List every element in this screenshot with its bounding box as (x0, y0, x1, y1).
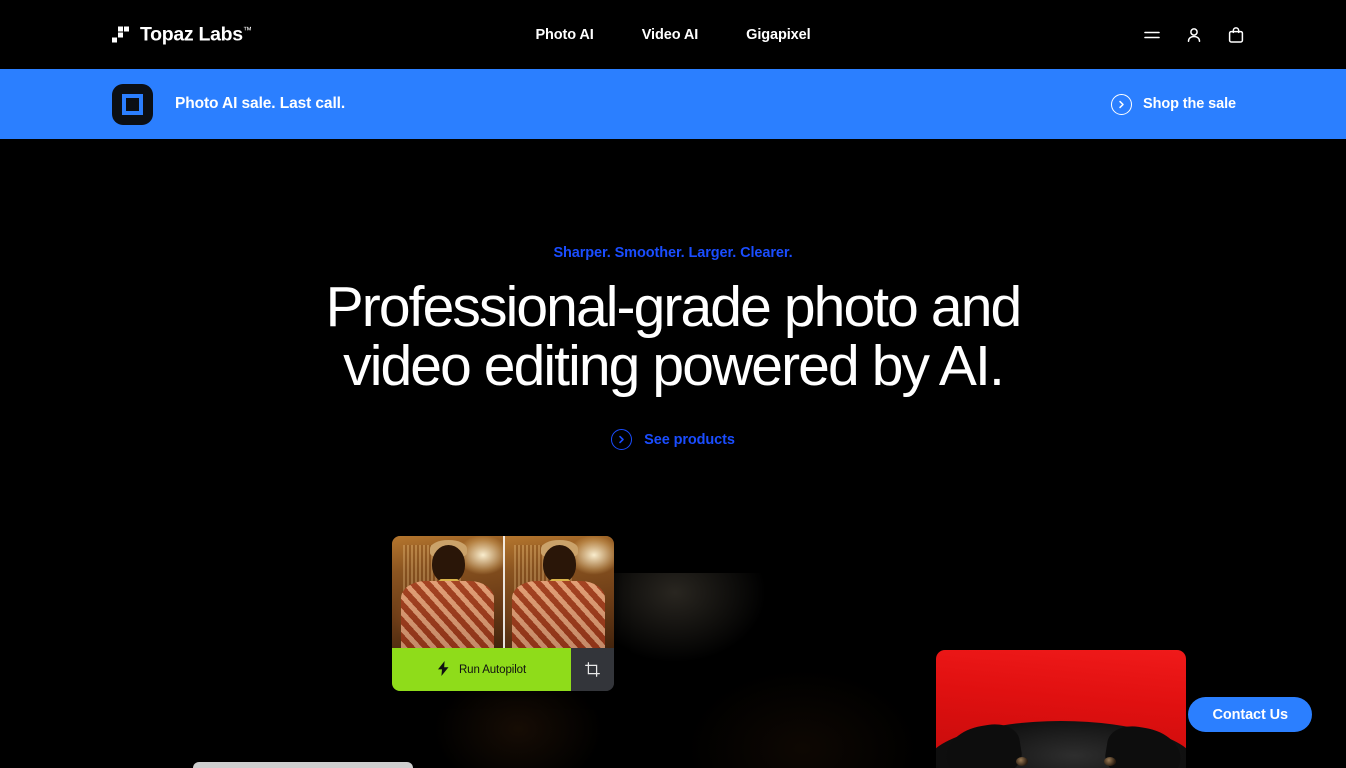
person-icon[interactable] (1184, 25, 1204, 45)
logo-text: Topaz Labs™ (140, 23, 252, 46)
contact-us-button[interactable]: Contact Us (1188, 697, 1312, 732)
comparison-slider-handle[interactable] (503, 536, 505, 648)
before-after-viewer[interactable] (392, 536, 614, 648)
page-root: Topaz Labs™ Photo AI Video AI Gigapixel (0, 0, 1346, 768)
promo-banner-left: Photo AI sale. Last call. (112, 83, 346, 125)
logo-label: Topaz Labs (140, 23, 243, 45)
lightning-bolt-icon (437, 660, 450, 679)
before-image (392, 536, 503, 648)
chevron-right-circle-icon (1111, 93, 1133, 115)
bottom-left-card (193, 762, 413, 768)
see-products-link[interactable]: See products (611, 429, 735, 450)
hero-eyebrow: Sharper. Smoother. Larger. Clearer. (553, 245, 793, 261)
chevron-right-circle-icon (611, 429, 633, 450)
portrait-before-after-card: Run Autopilot (392, 536, 614, 691)
headline-line-1: Professional-grade photo and (325, 275, 1023, 339)
header-actions (1142, 25, 1246, 45)
page-title: Professional-grade photo and video editi… (0, 278, 1346, 396)
hamburger-menu-icon[interactable] (1142, 25, 1162, 45)
shop-the-sale-label: Shop the sale (1143, 96, 1236, 112)
promo-banner: Photo AI sale. Last call. Shop the sale (0, 69, 1346, 139)
run-autopilot-label: Run Autopilot (458, 663, 527, 676)
shop-the-sale-link[interactable]: Shop the sale (1111, 93, 1236, 115)
headline-line-2: video editing powered by AI. (343, 334, 1005, 398)
nav-item-video-ai[interactable]: Video AI (618, 27, 722, 43)
shopping-bag-icon[interactable] (1226, 25, 1246, 45)
crop-icon[interactable] (571, 648, 614, 691)
primary-nav: Photo AI Video AI Gigapixel (511, 0, 834, 69)
run-autopilot-button[interactable]: Run Autopilot (392, 648, 571, 691)
site-logo[interactable]: Topaz Labs™ (112, 23, 252, 46)
nav-item-photo-ai[interactable]: Photo AI (511, 27, 617, 43)
topaz-photo-ai-app-icon (112, 83, 153, 125)
trademark-symbol: ™ (242, 24, 252, 35)
red-background-dog-card (936, 650, 1186, 768)
hero-section: Sharper. Smoother. Larger. Clearer. Prof… (0, 139, 1346, 450)
after-image (503, 536, 614, 648)
see-products-label: See products (644, 431, 735, 448)
site-header: Topaz Labs™ Photo AI Video AI Gigapixel (0, 0, 1346, 69)
topaz-steps-logo-icon (112, 26, 130, 44)
promo-banner-text: Photo AI sale. Last call. (175, 95, 346, 112)
nav-item-gigapixel[interactable]: Gigapixel (722, 27, 834, 43)
app-toolbar: Run Autopilot (392, 648, 614, 691)
